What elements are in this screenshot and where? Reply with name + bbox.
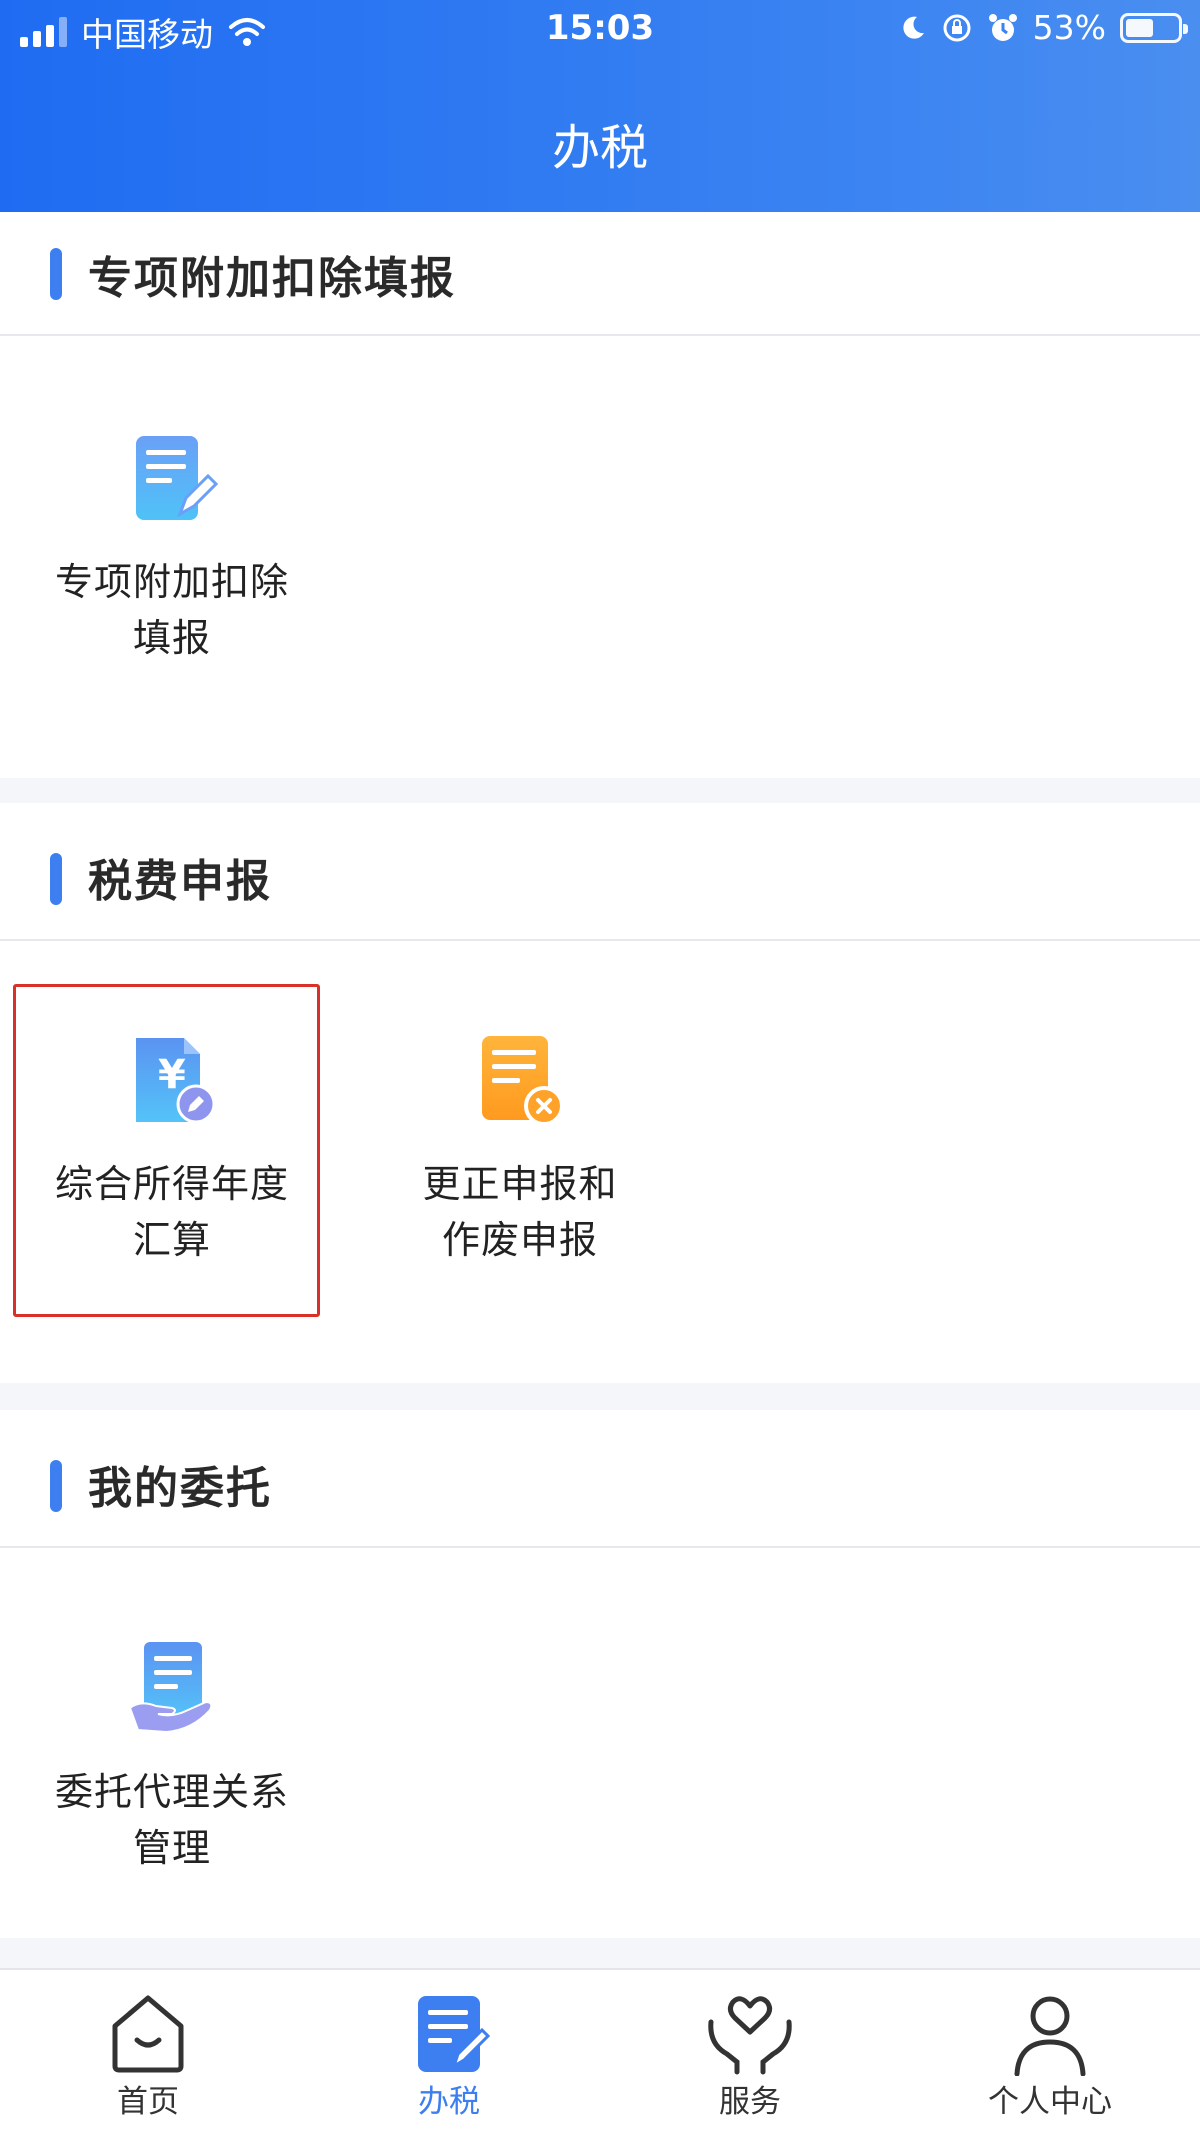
tile-label-line2: 作废申报 (441, 1218, 598, 1262)
tax-document-icon (418, 1996, 491, 2072)
section-header: 税费申报 (0, 803, 1200, 941)
document-edit-icon (136, 436, 219, 520)
section-header: 我的委托 (0, 1410, 1200, 1548)
tile-label-line1: 专项附加扣除 (54, 560, 289, 604)
section-my-delegation: 我的委托 委托代理关系 管理 (0, 1410, 1200, 1938)
home-icon (112, 1995, 184, 2073)
section-header: 专项附加扣除填报 (0, 212, 1200, 336)
tile-label-line2: 汇算 (132, 1218, 211, 1262)
section-accent-bar (50, 853, 62, 905)
tile-annual-settlement[interactable]: ¥ 综合所得年度 汇算 (22, 1030, 322, 1268)
header: 中国移动 15:03 53% 办税 (0, 0, 1200, 212)
rotation-lock-icon (943, 14, 971, 41)
yuan-document-icon: ¥ (136, 1038, 216, 1124)
tile-correct-void-declaration[interactable]: 更正申报和 作废申报 (370, 1030, 670, 1268)
status-bar: 中国移动 15:03 53% (0, 0, 1200, 60)
tile-delegation-management[interactable]: 委托代理关系 管理 (22, 1638, 322, 1876)
person-icon (1014, 1996, 1086, 2076)
document-hand-icon (128, 1642, 213, 1734)
tab-label: 办税 (418, 2084, 480, 2120)
tab-label: 个人中心 (988, 2084, 1112, 2120)
tile-special-deduction-fill[interactable]: 专项附加扣除 填报 (22, 428, 322, 666)
section-special-deduction: 专项附加扣除填报 专项附加扣除 填报 (0, 212, 1200, 778)
document-cancel-icon (482, 1036, 564, 1126)
section-title: 我的委托 (88, 1463, 272, 1514)
battery-percent: 53% (1032, 8, 1106, 47)
moon-icon (903, 16, 924, 39)
tab-label: 首页 (117, 2084, 179, 2120)
heart-hands-icon (708, 1996, 792, 2075)
battery-icon (1120, 12, 1188, 43)
tile-label-line2: 管理 (132, 1826, 211, 1870)
bottom-tab-bar: 首页 办税 服务 个人中心 (0, 1968, 1200, 2133)
tile-label-line1: 委托代理关系 (54, 1770, 289, 1814)
section-accent-bar (50, 248, 62, 300)
alarm-icon (988, 13, 1017, 41)
tab-service[interactable]: 服务 (650, 1992, 850, 2121)
section-tax-declaration: 税费申报 ¥ 综合所得年度 汇算 更正申报和 作废申报 (0, 803, 1200, 1383)
section-title: 税费申报 (88, 856, 272, 907)
page-title: 办税 (551, 120, 648, 176)
section-accent-bar (50, 1460, 62, 1512)
tab-profile[interactable]: 个人中心 (950, 1992, 1150, 2121)
tab-tax[interactable]: 办税 (349, 1992, 549, 2121)
tile-label-line1: 更正申报和 (422, 1162, 618, 1206)
section-title: 专项附加扣除填报 (88, 253, 456, 304)
tile-label-line1: 综合所得年度 (54, 1162, 289, 1206)
tab-label: 服务 (719, 2084, 781, 2120)
tile-label-line2: 填报 (132, 616, 211, 660)
tab-home[interactable]: 首页 (48, 1992, 248, 2121)
